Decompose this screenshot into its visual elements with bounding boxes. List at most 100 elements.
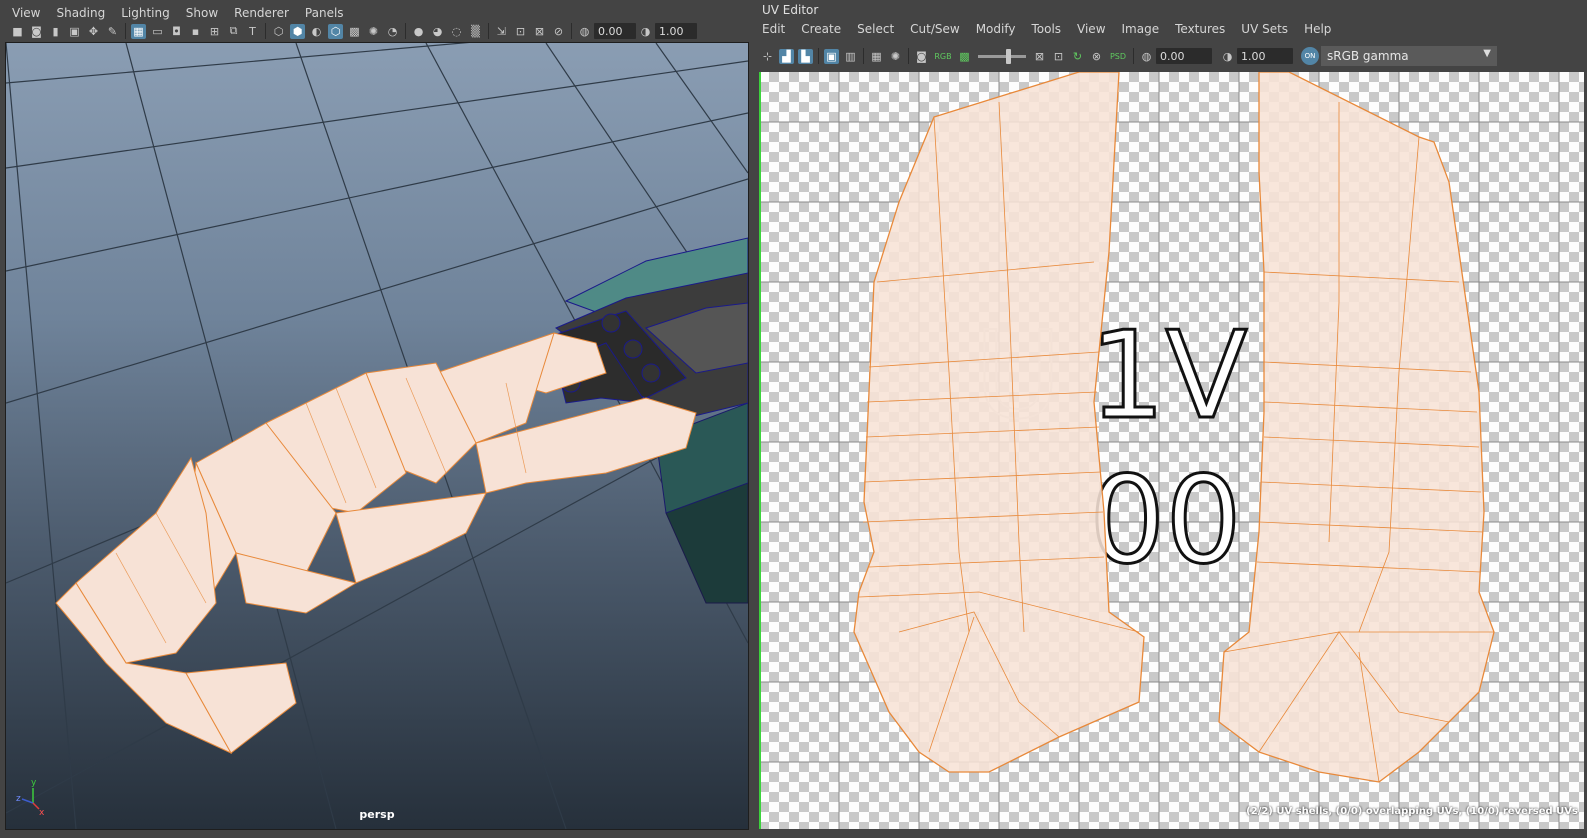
camera-label: persp — [359, 808, 395, 821]
menu-panels[interactable]: Panels — [297, 6, 352, 20]
uv-distortion-icon[interactable]: ▙ — [798, 48, 813, 64]
perspective-viewport[interactable]: y z x persp — [5, 42, 749, 830]
uv-menu-edit[interactable]: Edit — [754, 22, 793, 36]
uv-menu-tools[interactable]: Tools — [1023, 22, 1069, 36]
uv-menu-cut-sew[interactable]: Cut/Sew — [902, 22, 968, 36]
chevron-down-icon: ▼ — [1483, 48, 1491, 59]
uv-psd-icon[interactable]: PSD — [1108, 49, 1128, 64]
uv-editor-panel: UV Editor Edit Create Select Cut/Sew Mod… — [754, 0, 1587, 838]
uv-exposure-icon[interactable]: ◍ — [1139, 49, 1154, 64]
uv-canvas[interactable]: U 1V 00 — [759, 72, 1584, 829]
menu-view[interactable]: View — [4, 6, 48, 20]
uv-menu-create[interactable]: Create — [793, 22, 849, 36]
uv-pixel-snap-icon[interactable]: ✺ — [888, 49, 903, 64]
uv-snapshot-icon[interactable]: ◙ — [914, 49, 929, 64]
uv-gamma-field[interactable]: 1.00 — [1237, 48, 1293, 64]
uv-dim-image-slider[interactable] — [978, 48, 1026, 64]
camera-attributes-icon[interactable]: ◙ — [29, 24, 44, 39]
color-space-dropdown[interactable]: sRGB gamma ▼ — [1321, 46, 1497, 66]
uv-menu-image[interactable]: Image — [1114, 22, 1168, 36]
texture-label-bottom: 00 — [1089, 452, 1242, 591]
uv-isolate-icon[interactable]: ▥ — [843, 49, 858, 64]
uv-editor-menubar: Edit Create Select Cut/Sew Modify Tools … — [754, 19, 1339, 39]
color-space-value: sRGB gamma — [1327, 49, 1409, 63]
resolution-gate-icon[interactable]: ◘ — [169, 24, 184, 39]
lights-icon[interactable]: ✺ — [366, 24, 381, 39]
wireframe-on-shaded-icon[interactable]: ⬡ — [328, 23, 343, 39]
uv-shell-right[interactable] — [1218, 72, 1495, 783]
uv-status-text: (2/2) UV shells, (0/0) overlapping UVs, … — [1246, 806, 1578, 817]
menu-renderer[interactable]: Renderer — [226, 6, 297, 20]
toolbar-divider — [863, 48, 864, 64]
gate-mask-icon[interactable]: ▪ — [188, 24, 203, 39]
uv-filter-icon[interactable]: ⊡ — [1051, 49, 1066, 64]
uv-menu-uv-sets[interactable]: UV Sets — [1233, 22, 1296, 36]
uv-texture-borders-icon[interactable]: ▣ — [824, 48, 839, 64]
exposure-icon[interactable]: ◍ — [577, 24, 592, 39]
grid-icon[interactable]: ▦ — [131, 23, 146, 39]
pan-zoom-icon[interactable]: ✥ — [86, 24, 101, 39]
anti-aliasing-icon[interactable]: ◌ — [449, 24, 464, 39]
uv-layout: U 1V 00 — [759, 72, 1584, 829]
grease-pencil-icon[interactable]: ✎ — [105, 24, 120, 39]
field-chart-icon[interactable]: ⊞ — [207, 24, 222, 39]
toolbar-divider — [1133, 48, 1134, 64]
toolbar-divider — [818, 48, 819, 64]
scene-render: y z x — [6, 43, 748, 829]
shadows-icon[interactable]: ◔ — [385, 24, 400, 39]
texture-label-top: 1V — [1089, 307, 1247, 446]
uv-gamma-icon[interactable]: ◑ — [1220, 49, 1235, 64]
menu-show[interactable]: Show — [178, 6, 226, 20]
uv-menu-textures[interactable]: Textures — [1167, 22, 1233, 36]
isolate-select-icon[interactable]: ⇲ — [494, 24, 509, 39]
uv-rgb-channel-icon[interactable]: RGB — [933, 49, 953, 64]
uv-exposure-field[interactable]: 0.00 — [1156, 48, 1212, 64]
gamma-field[interactable]: 1.00 — [655, 23, 697, 39]
uv-editor-title: UV Editor — [762, 3, 819, 17]
menu-shading[interactable]: Shading — [48, 6, 113, 20]
default-material-icon[interactable]: ◐ — [309, 24, 324, 39]
uv-menu-view[interactable]: View — [1069, 22, 1113, 36]
smooth-shade-icon[interactable]: ⬢ — [290, 23, 305, 39]
xray-joints-icon[interactable]: ⊠ — [532, 24, 547, 39]
toolbar-divider — [571, 23, 572, 39]
slider-handle[interactable] — [1006, 48, 1011, 64]
textured-icon[interactable]: ▩ — [347, 24, 362, 39]
uv-editor-toolbar: ⊹ ▟ ▙ ▣ ▥ ▦ ✺ ◙ RGB ▩ ⊠ ⊡ ↻ ⊗ PSD ◍ 0.00… — [758, 44, 1583, 68]
toolbar-divider — [405, 23, 406, 39]
exposure-field[interactable]: 0.00 — [594, 23, 636, 39]
camera-icon[interactable]: ■ — [10, 24, 25, 39]
toolbar-divider — [125, 23, 126, 39]
film-gate-icon[interactable]: ▭ — [150, 24, 165, 39]
uv-checker-icon[interactable]: ⊠ — [1032, 49, 1047, 64]
xray-components-icon[interactable]: ⊘ — [551, 24, 566, 39]
bookmark-icon[interactable]: ▮ — [48, 24, 63, 39]
xray-icon[interactable]: ⊡ — [513, 24, 528, 39]
uv-image-ratio-icon[interactable]: ⊗ — [1089, 49, 1104, 64]
uv-rotate-icon[interactable]: ↻ — [1070, 49, 1085, 64]
axis-z-label: z — [16, 794, 21, 804]
uv-grid-icon[interactable]: ▦ — [869, 49, 884, 64]
viewport-panel: View Shading Lighting Show Renderer Pane… — [0, 0, 752, 838]
uv-menu-select[interactable]: Select — [849, 22, 902, 36]
axis-y-label: y — [31, 778, 37, 788]
screen-space-ao-icon[interactable]: ● — [411, 24, 426, 39]
viewport-menubar: View Shading Lighting Show Renderer Pane… — [4, 2, 352, 24]
toolbar-divider — [488, 23, 489, 39]
image-plane-icon[interactable]: ▣ — [67, 24, 82, 39]
toolbar-divider — [265, 23, 266, 39]
depth-of-field-icon[interactable]: ▒ — [468, 24, 483, 39]
safe-title-icon[interactable]: T — [245, 24, 260, 39]
motion-blur-icon[interactable]: ◕ — [430, 24, 445, 39]
uv-transform-icon[interactable]: ⊹ — [760, 49, 775, 64]
wireframe-icon[interactable]: ⬡ — [271, 24, 286, 39]
uv-color-management-toggle[interactable]: ON — [1301, 47, 1319, 65]
safe-action-icon[interactable]: ⧉ — [226, 24, 241, 39]
uv-menu-modify[interactable]: Modify — [968, 22, 1024, 36]
toolbar-divider — [908, 48, 909, 64]
menu-lighting[interactable]: Lighting — [113, 6, 178, 20]
gamma-icon[interactable]: ◑ — [638, 24, 653, 39]
uv-shaded-icon[interactable]: ▟ — [779, 48, 794, 64]
uv-image-display-icon[interactable]: ▩ — [957, 49, 972, 64]
uv-menu-help[interactable]: Help — [1296, 22, 1339, 36]
